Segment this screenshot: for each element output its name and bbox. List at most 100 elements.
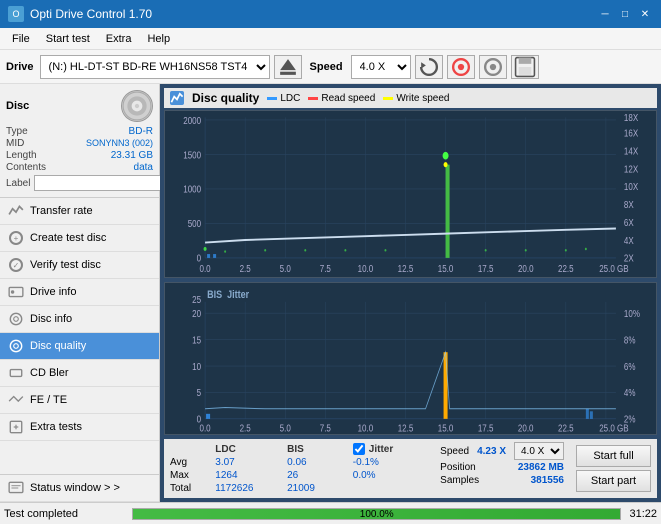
nav-transfer-rate[interactable]: Transfer rate [0, 198, 159, 225]
svg-text:15: 15 [192, 335, 201, 346]
save-button[interactable] [511, 55, 539, 79]
extra-tests-icon [8, 419, 24, 435]
nav-verify-test-disc[interactable]: ✓ Verify test disc [0, 252, 159, 279]
disc-info-icon [8, 311, 24, 327]
nav-fe-te[interactable]: FE / TE [0, 387, 159, 414]
status-text: Test completed [4, 508, 124, 520]
legend-ldc: LDC [267, 93, 300, 104]
svg-text:5: 5 [197, 387, 201, 398]
nav-extra-tests[interactable]: Extra tests [0, 414, 159, 441]
svg-text:5.0: 5.0 [280, 263, 291, 274]
speed-current: 4.23 X [477, 446, 506, 457]
avg-ldc: 3.07 [215, 456, 287, 469]
svg-text:8%: 8% [624, 335, 636, 346]
speed-select[interactable]: 4.0 X [351, 55, 411, 79]
speed-dropdown[interactable]: 4.0 X [514, 442, 564, 460]
svg-text:2.5: 2.5 [240, 263, 251, 274]
label-input[interactable] [34, 175, 172, 191]
nav-cd-bler[interactable]: CD Bler [0, 360, 159, 387]
nav-label-create-test-disc: Create test disc [30, 232, 106, 244]
svg-text:15.0: 15.0 [438, 423, 454, 434]
eject-button[interactable] [274, 55, 302, 79]
menu-start-test[interactable]: Start test [38, 31, 98, 47]
create-test-disc-icon: + [8, 230, 24, 246]
svg-text:2.5: 2.5 [240, 423, 251, 434]
total-label: Total [170, 482, 215, 495]
jitter-label: Jitter [369, 444, 393, 455]
svg-text:12.5: 12.5 [398, 423, 414, 434]
disc-icon-button[interactable] [447, 55, 475, 79]
avg-bis: 0.06 [287, 456, 343, 469]
svg-text:0.0: 0.0 [200, 423, 211, 434]
window-controls: ─ □ ✕ [597, 6, 653, 22]
refresh-button[interactable] [415, 55, 443, 79]
menu-help[interactable]: Help [139, 31, 178, 47]
maximize-button[interactable]: □ [617, 6, 633, 22]
right-panel: Disc quality LDC Read speed Write speed [160, 84, 661, 502]
app-icon: O [8, 6, 24, 22]
svg-text:25.0 GB: 25.0 GB [599, 423, 628, 434]
main-area: Disc Type BD-R MID SONYNN3 (002) [0, 84, 661, 502]
max-label: Max [170, 469, 215, 482]
menubar: File Start test Extra Help [0, 28, 661, 50]
speed-label-text: Speed [440, 446, 469, 457]
svg-text:20.0: 20.0 [518, 263, 534, 274]
legend-write: Write speed [383, 93, 449, 104]
contents-row: Contents data [6, 162, 153, 173]
svg-text:500: 500 [188, 218, 201, 229]
progress-bar-container: 100.0% [132, 508, 621, 520]
speed-label: Speed [310, 61, 343, 73]
close-button[interactable]: ✕ [637, 6, 653, 22]
svg-text:0.0: 0.0 [200, 263, 211, 274]
nav-label-fe-te: FE / TE [30, 394, 67, 406]
jitter-checkbox[interactable] [353, 443, 365, 455]
svg-text:10%: 10% [624, 308, 640, 319]
total-bis: 21009 [287, 482, 343, 495]
charts-area: 0 500 1000 1500 2000 2X 4X 6X 8X 10X 12X… [164, 110, 657, 498]
svg-text:8X: 8X [624, 199, 634, 210]
samples-label: Samples [440, 475, 479, 486]
ldc-color [267, 97, 277, 100]
stats-table: LDC BIS Jitter Avg [164, 439, 434, 498]
progress-label: 100.0% [133, 509, 620, 521]
disc2-icon-button[interactable] [479, 55, 507, 79]
speed-row: Speed 4.23 X 4.0 X [440, 442, 564, 460]
svg-text:6%: 6% [624, 361, 636, 372]
max-bis: 26 [287, 469, 343, 482]
svg-text:10: 10 [192, 361, 201, 372]
chart-legend: LDC Read speed Write speed [267, 93, 449, 104]
chart-icon [170, 91, 184, 105]
drive-select[interactable]: (N:) HL-DT-ST BD-RE WH16NS58 TST4 [40, 55, 270, 79]
speed-info: Speed 4.23 X 4.0 X Position 23862 MB Sam… [434, 439, 570, 498]
drive-info-icon [8, 284, 24, 300]
nav-drive-info[interactable]: Drive info [0, 279, 159, 306]
nav-status-window[interactable]: Status window > > [0, 474, 159, 502]
nav-label-disc-quality: Disc quality [30, 340, 86, 352]
svg-text:7.5: 7.5 [320, 423, 331, 434]
status-window-icon [8, 480, 24, 496]
transfer-rate-icon [8, 203, 24, 219]
nav-disc-info[interactable]: Disc info [0, 306, 159, 333]
write-speed-color [383, 97, 393, 100]
position-value: 23862 MB [518, 462, 564, 473]
length-row: Length 23.31 GB [6, 150, 153, 161]
svg-text:4X: 4X [624, 235, 634, 246]
svg-text:18X: 18X [624, 112, 638, 123]
menu-file[interactable]: File [4, 31, 38, 47]
svg-text:25: 25 [192, 294, 201, 305]
read-speed-color [308, 97, 318, 100]
drive-label: Drive [6, 61, 34, 73]
top-chart: 0 500 1000 1500 2000 2X 4X 6X 8X 10X 12X… [164, 110, 657, 278]
nav-disc-quality[interactable]: Disc quality [0, 333, 159, 360]
nav-label-extra-tests: Extra tests [30, 421, 82, 433]
nav-create-test-disc[interactable]: + Create test disc [0, 225, 159, 252]
statusbar: Test completed 100.0% 31:22 [0, 502, 661, 524]
svg-text:1500: 1500 [183, 149, 201, 160]
menu-extra[interactable]: Extra [98, 31, 140, 47]
verify-test-disc-icon: ✓ [8, 257, 24, 273]
minimize-button[interactable]: ─ [597, 6, 613, 22]
max-ldc: 1264 [215, 469, 287, 482]
start-full-button[interactable]: Start full [576, 445, 651, 467]
elapsed-time: 31:22 [629, 508, 657, 520]
start-part-button[interactable]: Start part [576, 470, 651, 492]
